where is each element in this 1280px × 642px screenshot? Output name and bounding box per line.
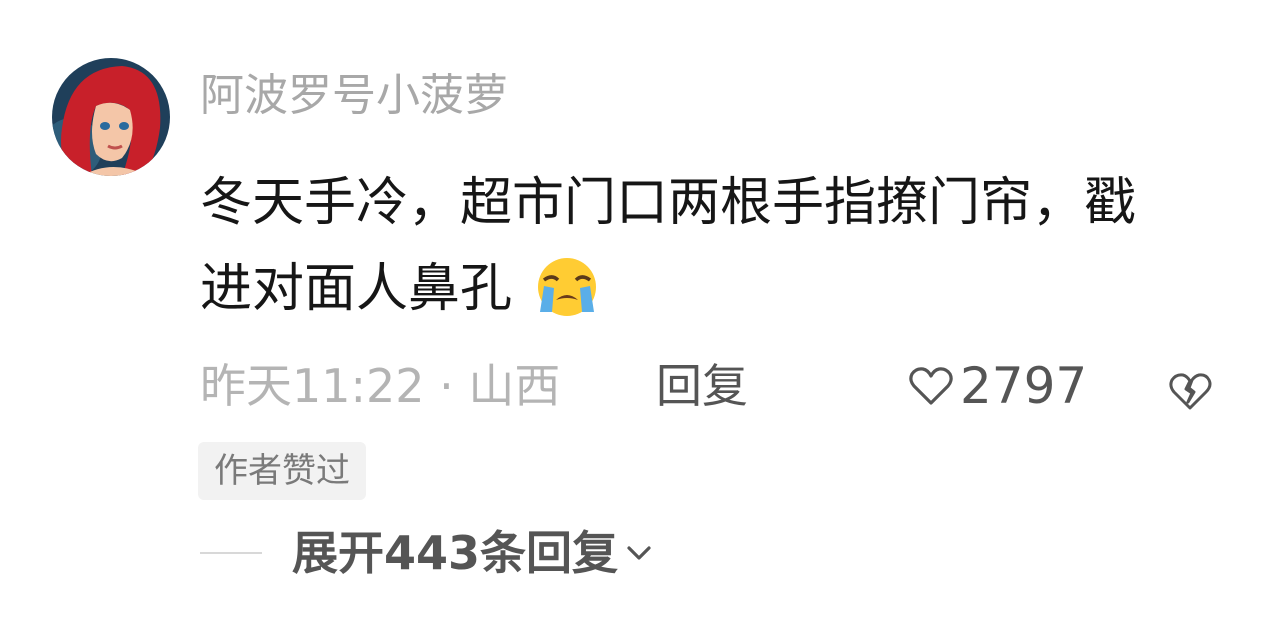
reply-button[interactable]: 回复 <box>656 356 748 416</box>
avatar-image <box>52 58 170 176</box>
like-button[interactable]: 2797 <box>908 356 1087 416</box>
expand-replies-label: 展开443条回复 <box>292 526 619 580</box>
dislike-button[interactable] <box>1168 366 1212 426</box>
username[interactable]: 阿波罗号小菠萝 <box>200 66 508 126</box>
comment-text-block: 冬天手冷，超市门口两根手指撩门帘，戳进对面人鼻孔 <box>200 160 1160 332</box>
comment-meta: 昨天11:22 · 山西 回复 2797 <box>200 356 1240 416</box>
like-count: 2797 <box>960 357 1088 415</box>
comment-item: 阿波罗号小菠萝 冬天手冷，超市门口两根手指撩门帘，戳进对面人鼻孔 昨天11:22… <box>0 0 1280 642</box>
chevron-down-icon <box>627 546 651 560</box>
avatar[interactable] <box>52 58 170 176</box>
loudly-crying-face-icon <box>522 256 612 318</box>
comment-text: 冬天手冷，超市门口两根手指撩门帘，戳进对面人鼻孔 <box>200 173 1137 319</box>
author-liked-badge: 作者赞过 <box>198 442 366 500</box>
heart-outline-icon <box>909 367 953 405</box>
expand-replies-button[interactable]: 展开443条回复 <box>200 520 652 586</box>
time-location: 昨天11:22 · 山西 <box>200 359 561 413</box>
divider-line <box>200 552 262 554</box>
broken-heart-icon <box>1169 373 1212 410</box>
